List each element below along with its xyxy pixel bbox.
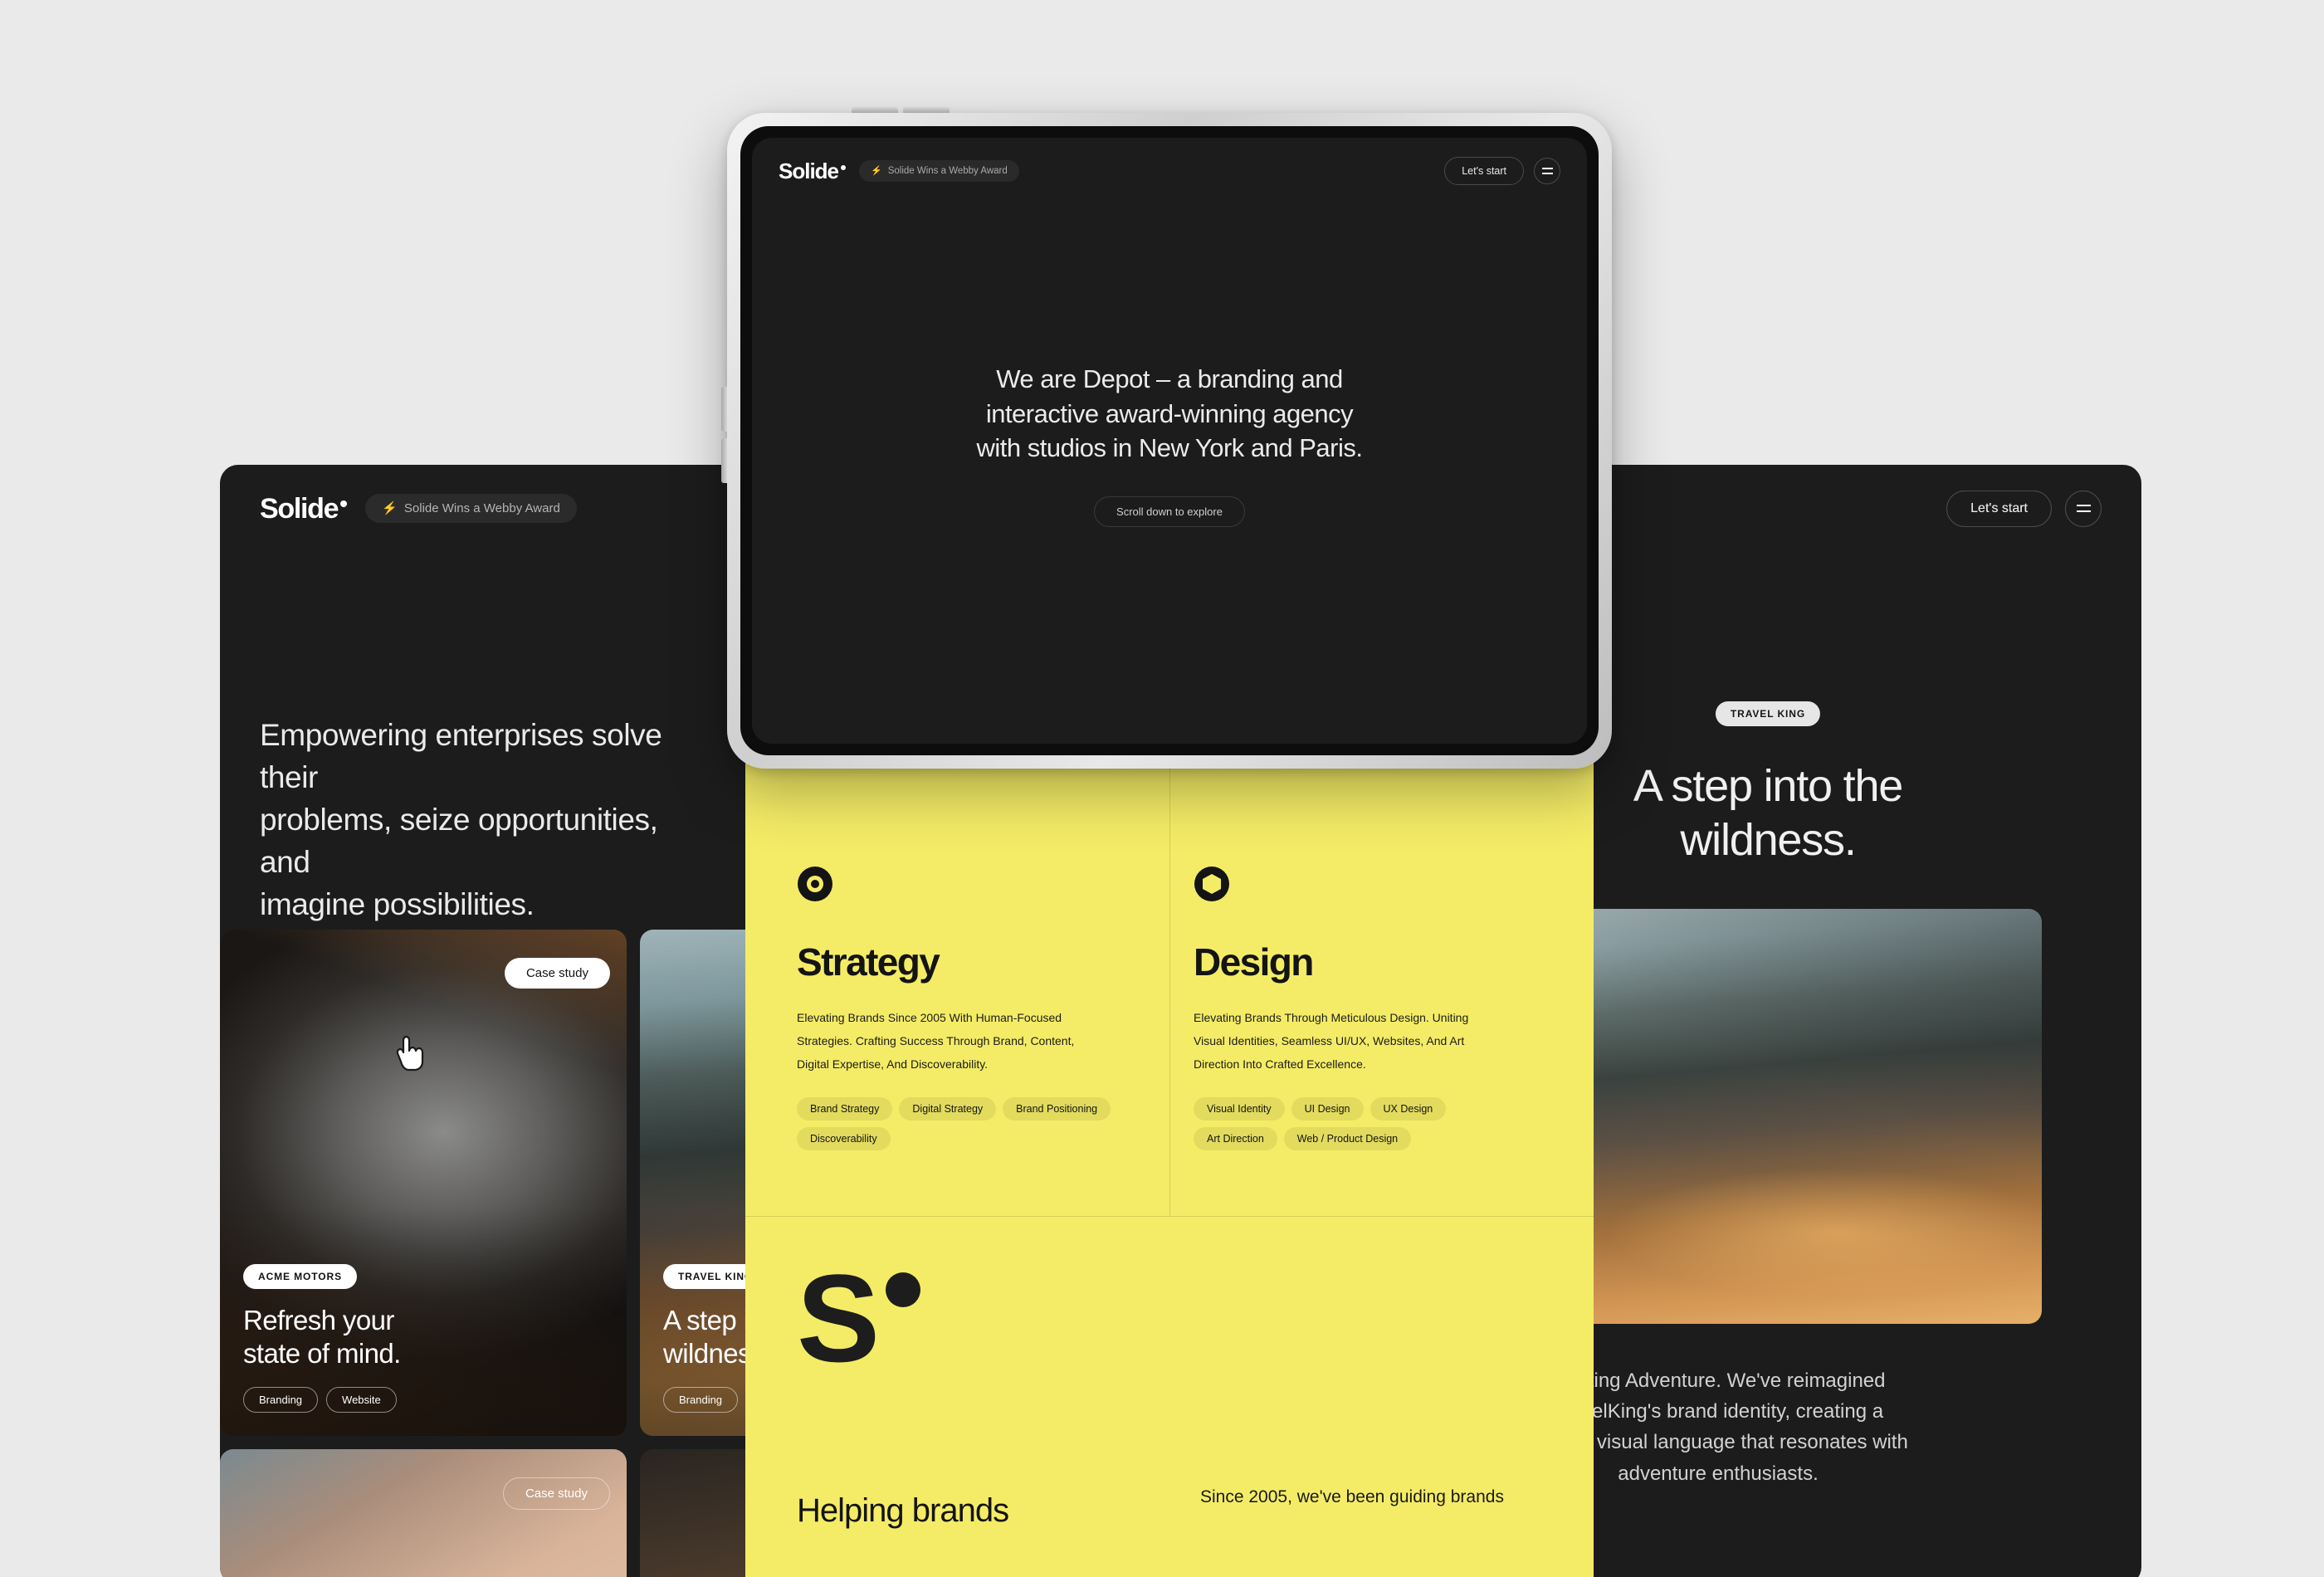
- tablet-volume-button[interactable]: [903, 107, 950, 113]
- tablet-hamburger-icon[interactable]: [1534, 158, 1560, 184]
- card-title-line: Refresh your: [243, 1304, 394, 1335]
- tablet-award-badge[interactable]: ⚡ Solide Wins a Webby Award: [859, 160, 1019, 182]
- tablet-logo-dot-icon: [841, 165, 847, 171]
- service-title: Design: [1194, 940, 1314, 984]
- tablet-lets-start-button[interactable]: Let's start: [1444, 157, 1524, 185]
- svg-text:S: S: [797, 1268, 876, 1376]
- lets-start-button-right[interactable]: Let's start: [1946, 490, 2052, 527]
- tablet-device-frame: Solide ⚡ Solide Wins a Webby Award Let's…: [721, 107, 1612, 769]
- desc-line: Direction Into Crafted Excellence.: [1194, 1057, 1366, 1071]
- footer-title: Helping brands: [797, 1492, 1009, 1529]
- service-block-design: Design Elevating Brands Through Meticulo…: [1194, 866, 1567, 1150]
- tablet-hero-line: We are Depot – a branding and: [996, 364, 1343, 393]
- hero-line: Empowering enterprises solve their: [260, 718, 662, 795]
- mouse-cursor-pointer-icon: [396, 1035, 424, 1072]
- bolt-icon: ⚡: [382, 501, 398, 515]
- award-badge-label: Solide Wins a Webby Award: [403, 501, 560, 515]
- tablet-logo-text: Solide: [779, 159, 839, 183]
- tablet-screen: Solide ⚡ Solide Wins a Webby Award Let's…: [752, 138, 1587, 744]
- service-tag[interactable]: UI Design: [1291, 1097, 1364, 1120]
- tablet-brand-group: Solide ⚡ Solide Wins a Webby Award: [779, 160, 1019, 182]
- service-tag[interactable]: Web / Product Design: [1283, 1127, 1412, 1150]
- service-tag[interactable]: Discoverability: [797, 1127, 891, 1150]
- case-study-card[interactable]: Case study: [220, 1449, 627, 1577]
- tablet-header: Solide ⚡ Solide Wins a Webby Award Let's…: [752, 138, 1587, 204]
- services-panel: Strategy Elevating Brands Since 2005 Wit…: [745, 759, 1594, 1577]
- service-tag[interactable]: Digital Strategy: [899, 1097, 997, 1120]
- tablet-logo-wordmark[interactable]: Solide: [779, 159, 847, 183]
- screenshot-stage: Solide ⚡ Solide Wins a Webby Award Let's…: [0, 0, 2324, 1577]
- card-tag[interactable]: Branding: [663, 1387, 739, 1413]
- service-tag[interactable]: Brand Positioning: [1003, 1097, 1111, 1120]
- tablet-power-button[interactable]: [721, 387, 727, 432]
- footer-block: S Helping brands Since 2005, we've been …: [745, 1217, 1594, 1577]
- card-tag[interactable]: Branding: [243, 1387, 319, 1413]
- brand-group: Solide ⚡ Solide Wins a Webby Award: [260, 494, 577, 523]
- tablet-header-actions: Let's start: [1444, 157, 1560, 185]
- hamburger-icon-right[interactable]: [2065, 490, 2102, 527]
- circle-diamond-icon: [1194, 867, 1229, 901]
- service-description: Elevating Brands Through Meticulous Desi…: [1194, 1006, 1526, 1076]
- award-badge[interactable]: ⚡ Solide Wins a Webby Award: [365, 494, 577, 523]
- case-study-badge[interactable]: Case study: [502, 1477, 610, 1510]
- bolt-icon: ⚡: [871, 165, 882, 176]
- service-tag[interactable]: UX Design: [1370, 1097, 1447, 1120]
- card-title: Refresh your state of mind.: [243, 1304, 607, 1371]
- service-block-strategy: Strategy Elevating Brands Since 2005 Wit…: [797, 866, 1170, 1150]
- tablet-bezel: Solide ⚡ Solide Wins a Webby Award Let's…: [740, 126, 1599, 755]
- desktop-hero-heading: Empowering enterprises solve their probl…: [260, 714, 691, 925]
- desc-line: Elevating Brands Through Meticulous Desi…: [1194, 1011, 1469, 1024]
- service-tags: Visual Identity UI Design UX Design Art …: [1194, 1097, 1526, 1150]
- solide-s-mark-icon: S: [797, 1268, 920, 1376]
- scroll-down-button[interactable]: Scroll down to explore: [1094, 496, 1245, 527]
- circle-target-icon: [798, 867, 832, 901]
- logo-dot-icon: [340, 500, 348, 508]
- desc-line: Elevating Brands Since 2005 With Human-F…: [797, 1011, 1062, 1024]
- card-tag[interactable]: Website: [326, 1387, 397, 1413]
- service-tags: Brand Strategy Digital Strategy Brand Po…: [797, 1097, 1129, 1150]
- tablet-award-badge-label: Solide Wins a Webby Award: [887, 166, 1008, 176]
- service-description: Elevating Brands Since 2005 With Human-F…: [797, 1006, 1129, 1076]
- hero-line: imagine possibilities.: [260, 887, 535, 922]
- hero-line: problems, seize opportunities, and: [260, 803, 658, 880]
- card-tags: Branding Website: [243, 1387, 607, 1413]
- card-gradient-overlay: [220, 1449, 627, 1577]
- desc-line: Digital Expertise, And Discoverability.: [797, 1057, 989, 1071]
- client-badge: ACME MOTORS: [243, 1263, 358, 1289]
- tablet-hero-line: with studios in New York and Paris.: [976, 433, 1363, 463]
- service-tag[interactable]: Visual Identity: [1194, 1097, 1285, 1120]
- desktop-header-actions-right: Let's start: [1946, 465, 2102, 552]
- tablet-hero-line: interactive award-winning agency: [985, 398, 1354, 428]
- logo-wordmark[interactable]: Solide: [260, 492, 348, 525]
- case-study-badge[interactable]: Case study: [504, 958, 610, 989]
- desc-line: Strategies. Crafting Success Through Bra…: [797, 1034, 1075, 1047]
- service-tag[interactable]: Brand Strategy: [797, 1097, 893, 1120]
- card-title-line: state of mind.: [243, 1337, 401, 1369]
- card-body: ACME MOTORS Refresh your state of mind. …: [243, 1263, 607, 1413]
- tablet-volume-button[interactable]: [852, 107, 898, 113]
- logo-text: Solide: [260, 492, 339, 525]
- footer-copy: Since 2005, we've been guiding brands: [1200, 1487, 1504, 1506]
- desc-line: Visual Identities, Seamless UI/UX, Websi…: [1194, 1034, 1465, 1047]
- tablet-hero-heading: We are Depot – a branding and interactiv…: [752, 362, 1587, 466]
- service-title: Strategy: [797, 940, 940, 984]
- service-tag[interactable]: Art Direction: [1194, 1127, 1277, 1150]
- tablet-side-button[interactable]: [721, 438, 727, 483]
- case-study-card[interactable]: Case study ACME MOTORS Refresh your stat…: [220, 930, 627, 1436]
- right-client-badge: TRAVEL KING: [1715, 701, 1821, 726]
